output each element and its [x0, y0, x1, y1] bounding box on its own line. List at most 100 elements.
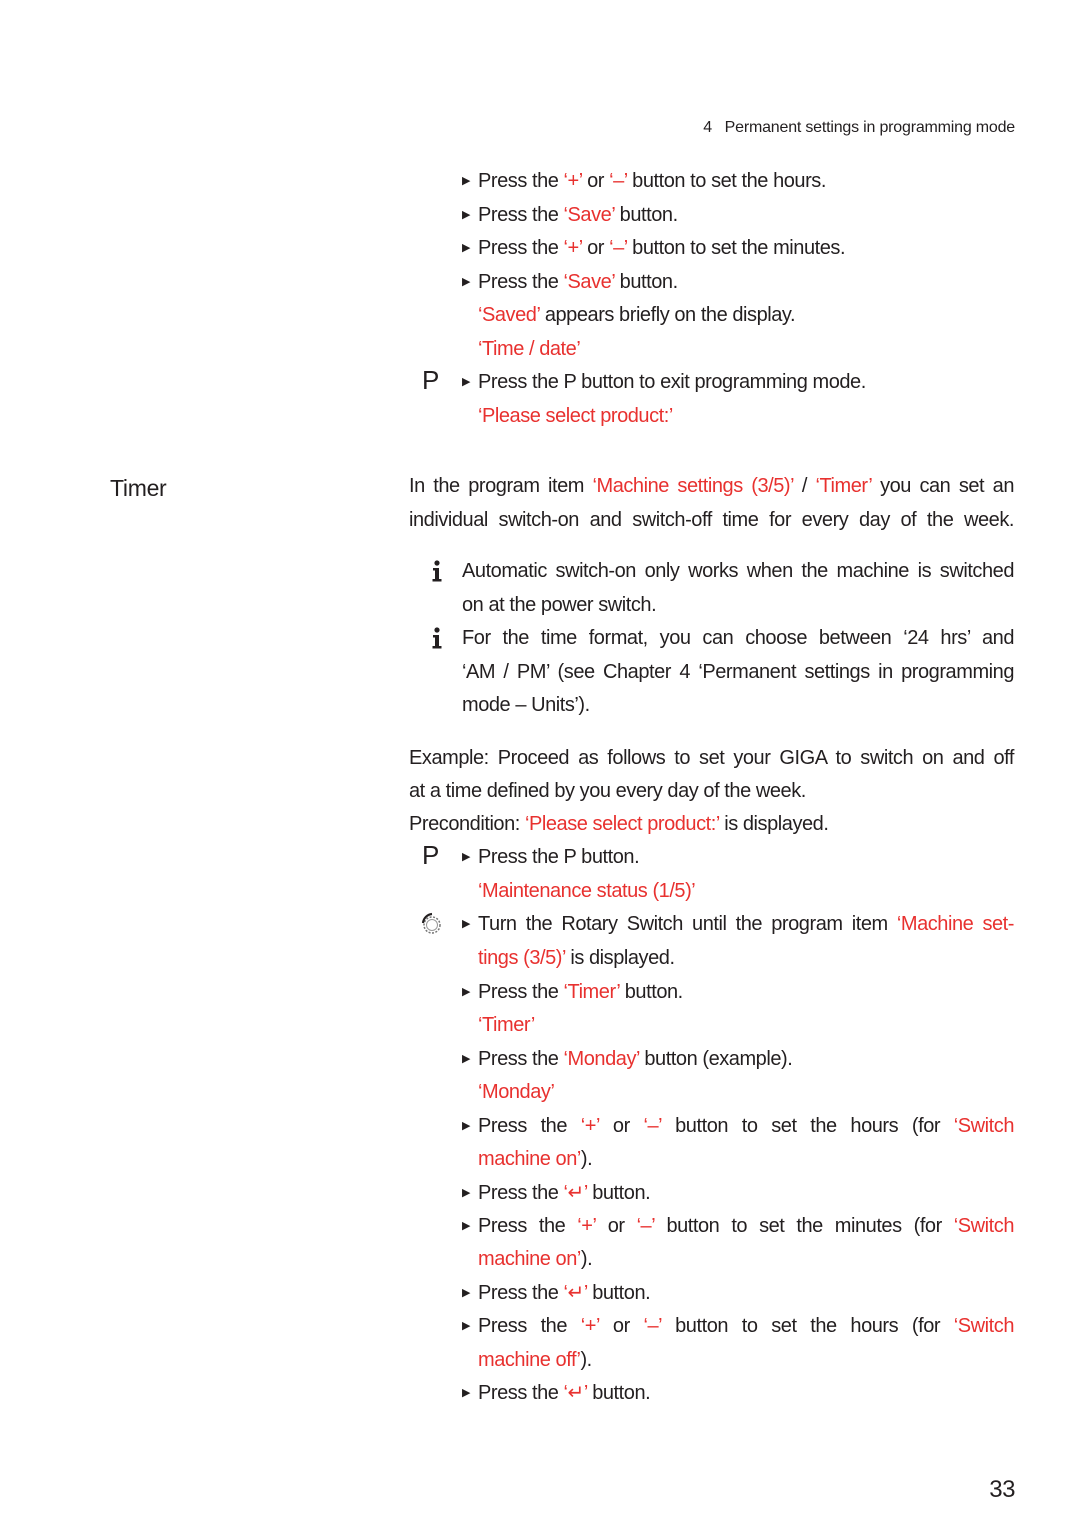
- text-line: Automatic switch-on only works when the …: [462, 559, 1014, 583]
- text-segment: on at the power switch.: [462, 594, 657, 616]
- text-line: Press the ‘+’ or ‘–’ button to set the h…: [478, 169, 826, 193]
- text-segment: Press the: [478, 1315, 581, 1337]
- display-text-highlight: ‘Machine settings (3/5)’: [592, 475, 794, 497]
- display-text-highlight: ‘Switch: [953, 1315, 1015, 1337]
- text-line: Press the ‘↵’ button.: [478, 1281, 651, 1305]
- text-line: ‘Time / date’: [478, 337, 581, 361]
- text-line: For the time format, you can choose betw…: [462, 626, 1014, 650]
- display-text-highlight: ‘–’: [636, 1215, 655, 1237]
- display-text-highlight: ‘↵’: [563, 1182, 588, 1204]
- text-line: Press the ‘+’ or ‘–’ button to set the m…: [478, 236, 846, 260]
- manual-page: 4 Permanent settings in programming mode…: [0, 0, 1080, 1532]
- info-icon: [431, 626, 442, 650]
- text-segment: ‘AM / PM’ (see Chapter 4 ‘Permanent sett…: [462, 661, 1014, 683]
- page-number: 33: [989, 1476, 1015, 1503]
- text-segment: button to set the minutes (for: [654, 1215, 954, 1237]
- text-segment: Press the: [478, 1182, 564, 1204]
- text-segment: Press the P button.: [478, 846, 640, 868]
- bullet-arrow-icon: ▶: [462, 851, 471, 863]
- text-line: Press the ‘Monday’ button (example).: [478, 1047, 793, 1071]
- text-segment: For the time format, you can choose betw…: [462, 627, 1014, 649]
- bullet-arrow-icon: ▶: [462, 376, 471, 388]
- text-line: Precondition: ‘Please select product:’ i…: [409, 812, 829, 836]
- rotary-switch-icon: [419, 911, 445, 935]
- display-text-highlight: ‘Machine set-: [896, 913, 1015, 935]
- text-line: at a time defined by you every day of th…: [409, 779, 806, 803]
- text-segment: Press the: [478, 1215, 578, 1237]
- display-text-highlight: machine off’: [478, 1349, 581, 1371]
- text-line: individual switch-on and switch-off time…: [409, 508, 1014, 532]
- text-segment: In the program item: [409, 475, 593, 497]
- section-heading: Timer: [110, 475, 167, 501]
- text-line: Press the P button to exit programming m…: [478, 370, 866, 394]
- text-line: ‘Please select product:’: [478, 404, 673, 428]
- text-line: ‘Timer’: [478, 1013, 535, 1037]
- text-segment: button to set the hours (for: [661, 1115, 954, 1137]
- display-text-highlight: ‘Switch: [953, 1115, 1015, 1137]
- display-text-highlight: ‘Timer’: [478, 1014, 535, 1036]
- text-line: Press the ‘↵’ button.: [478, 1381, 651, 1405]
- display-text-highlight: ‘Please select product:’: [525, 813, 720, 835]
- text-line: Press the ‘+’ or ‘–’ button to set the m…: [478, 1214, 1014, 1238]
- running-header: 4 Permanent settings in programming mode: [703, 119, 1015, 137]
- text-segment: Press the: [478, 1382, 564, 1404]
- text-segment: Press the: [478, 271, 564, 293]
- text-segment: you can set an: [871, 475, 1014, 497]
- text-line: tings (3/5)’ is displayed.: [478, 946, 675, 970]
- text-segment: button.: [614, 271, 678, 293]
- text-segment: button.: [619, 981, 683, 1003]
- text-segment: Press the: [478, 1048, 564, 1070]
- display-text-highlight: ‘+’: [563, 237, 583, 259]
- display-text-highlight: ‘+’: [580, 1115, 600, 1137]
- text-segment: is displayed.: [719, 813, 829, 835]
- display-text-highlight: ‘+’: [577, 1215, 596, 1237]
- text-segment: ).: [580, 1248, 593, 1270]
- display-text-highlight: ‘Save’: [563, 204, 615, 226]
- text-segment: Press the: [478, 1282, 564, 1304]
- text-segment: Press the: [478, 204, 564, 226]
- text-segment: or: [582, 237, 610, 259]
- bullet-arrow-icon: ▶: [462, 1187, 471, 1199]
- text-line: Press the ‘Save’ button.: [478, 203, 678, 227]
- text-segment: /: [793, 475, 816, 497]
- text-segment: button (example).: [639, 1048, 793, 1070]
- text-line: Press the ‘Save’ button.: [478, 270, 678, 294]
- bullet-arrow-icon: ▶: [462, 1287, 471, 1299]
- text-line: Press the ‘+’ or ‘–’ button to set the h…: [478, 1114, 1014, 1138]
- text-line: ‘Monday’: [478, 1080, 555, 1104]
- text-segment: Example: Proceed as follows to set your …: [409, 747, 1014, 769]
- text-segment: at a time defined by you every day of th…: [409, 780, 806, 802]
- text-line: Press the ‘Timer’ button.: [478, 980, 683, 1004]
- text-line: ‘Saved’ appears briefly on the display.: [478, 303, 796, 327]
- display-text-highlight: ‘Switch: [953, 1215, 1015, 1237]
- bullet-arrow-icon: ▶: [462, 1220, 471, 1232]
- display-text-highlight: ‘–’: [609, 170, 628, 192]
- text-segment: Press the: [478, 170, 564, 192]
- display-text-highlight: ‘Saved’: [478, 304, 540, 326]
- text-line: Turn the Rotary Switch until the program…: [478, 912, 1014, 936]
- text-segment: button.: [587, 1382, 651, 1404]
- display-text-highlight: ‘–’: [643, 1115, 662, 1137]
- display-text-highlight: tings (3/5)’: [478, 947, 566, 969]
- text-segment: ).: [580, 1148, 593, 1170]
- bullet-arrow-icon: ▶: [462, 1053, 471, 1065]
- text-segment: or: [599, 1115, 644, 1137]
- text-line: Press the P button.: [478, 845, 640, 869]
- text-segment: or: [595, 1215, 637, 1237]
- bullet-arrow-icon: ▶: [462, 1120, 471, 1132]
- text-segment: appears briefly on the display.: [539, 304, 796, 326]
- text-segment: mode – Units’).: [462, 694, 590, 716]
- display-text-highlight: ‘↵’: [563, 1282, 588, 1304]
- bullet-arrow-icon: ▶: [462, 1387, 471, 1399]
- text-segment: button to set the hours.: [627, 170, 826, 192]
- text-segment: button.: [587, 1182, 651, 1204]
- text-segment: button to set the hours (for: [661, 1315, 954, 1337]
- display-text-highlight: ‘Maintenance status (1/5)’: [478, 880, 696, 902]
- chapter-title: Permanent settings in programming mode: [724, 119, 1016, 136]
- text-line: on at the power switch.: [462, 593, 657, 617]
- display-text-highlight: machine on’: [478, 1148, 581, 1170]
- bullet-arrow-icon: ▶: [462, 276, 471, 288]
- display-text-highlight: ‘Please select product:’: [478, 405, 673, 427]
- display-text-highlight: ‘+’: [580, 1315, 600, 1337]
- bullet-arrow-icon: ▶: [462, 918, 471, 930]
